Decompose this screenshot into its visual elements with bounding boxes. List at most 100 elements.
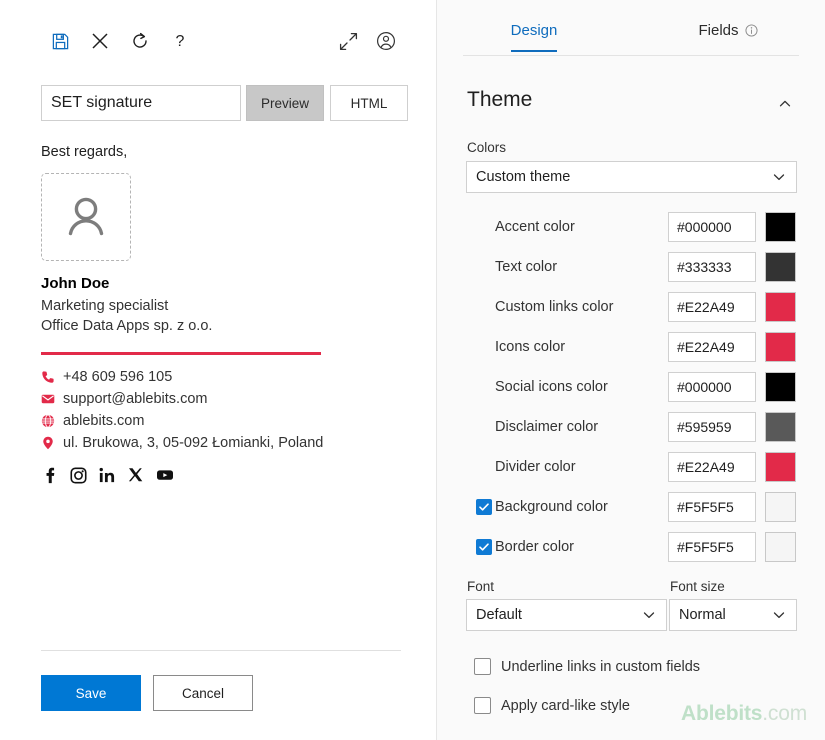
contact-website-text: ablebits.com	[63, 413, 145, 429]
account-icon[interactable]	[371, 26, 401, 56]
font-select[interactable]: Default	[466, 599, 667, 631]
refresh-icon[interactable]	[125, 26, 155, 56]
tab-fields-label: Fields	[698, 21, 739, 39]
globe-icon	[41, 414, 63, 428]
color-hex-input[interactable]	[668, 332, 756, 362]
underline-links-checkbox[interactable]	[474, 658, 491, 675]
font-size-select[interactable]: Normal	[669, 599, 797, 631]
contact-email-text: support@ablebits.com	[63, 391, 208, 407]
watermark-brand: Ablebits	[681, 702, 763, 725]
chevron-down-icon	[772, 170, 786, 184]
color-row: Accent color	[437, 207, 825, 247]
signature-header-row: Preview HTML	[41, 85, 408, 121]
contact-row-email: support@ablebits.com	[41, 388, 401, 410]
tab-design[interactable]: Design	[437, 0, 631, 56]
underline-links-label: Underline links in custom fields	[501, 658, 701, 675]
border-color-checkbox[interactable]	[476, 539, 492, 555]
panel-tabs: Design Fields	[437, 0, 825, 56]
signature-person-name: John Doe	[41, 275, 110, 292]
watermark-tld: .com	[762, 702, 807, 725]
color-row-label: Border color	[495, 539, 574, 555]
signature-contacts: +48 609 596 105 support@ablebits.com abl…	[41, 366, 401, 454]
color-row-label: Accent color	[495, 219, 575, 235]
color-hex-input[interactable]	[668, 532, 756, 562]
color-row: Social icons color	[437, 367, 825, 407]
card-style-checkbox-row[interactable]: Apply card-like style	[474, 697, 630, 714]
editor-pane: ? Preview HTML	[0, 0, 437, 740]
color-row: Background color	[437, 487, 825, 527]
html-tab-button[interactable]: HTML	[330, 85, 408, 121]
contact-row-website: ablebits.com	[41, 410, 401, 432]
preview-tab-button[interactable]: Preview	[246, 85, 324, 121]
theme-color-list: Accent color Text color Custom links color…	[437, 207, 825, 567]
colors-select[interactable]: Custom theme	[466, 161, 797, 193]
card-style-label: Apply card-like style	[501, 697, 630, 714]
font-select-value: Default	[476, 607, 522, 623]
color-row-label: Background color	[495, 499, 608, 515]
ablebits-watermark: Ablebits.com	[681, 702, 807, 726]
save-icon[interactable]	[45, 26, 75, 56]
linkedin-icon[interactable]	[99, 467, 116, 484]
facebook-icon[interactable]	[41, 467, 58, 484]
cancel-button[interactable]: Cancel	[153, 675, 253, 711]
color-swatch[interactable]	[765, 372, 796, 402]
color-swatch[interactable]	[765, 532, 796, 562]
card-style-checkbox[interactable]	[474, 697, 491, 714]
color-row-label: Divider color	[495, 459, 576, 475]
youtube-icon[interactable]	[156, 466, 174, 484]
avatar-placeholder[interactable]	[41, 173, 131, 261]
help-icon[interactable]: ?	[165, 26, 195, 56]
phone-icon	[41, 370, 63, 384]
color-swatch[interactable]	[765, 252, 796, 282]
tab-fields[interactable]: Fields	[631, 0, 825, 56]
color-swatch[interactable]	[765, 412, 796, 442]
color-hex-input[interactable]	[668, 452, 756, 482]
signature-greeting: Best regards,	[41, 144, 128, 160]
instagram-icon[interactable]	[70, 466, 87, 484]
background-color-checkbox[interactable]	[476, 499, 492, 515]
signature-name-input[interactable]	[41, 85, 241, 121]
color-hex-input[interactable]	[668, 492, 756, 522]
color-row: Text color	[437, 247, 825, 287]
color-row: Disclaimer color	[437, 407, 825, 447]
color-hex-input[interactable]	[668, 212, 756, 242]
info-icon[interactable]	[744, 23, 758, 37]
toolbar: ?	[0, 18, 437, 64]
theme-section-title: Theme	[467, 88, 533, 111]
color-row-label: Social icons color	[495, 379, 608, 395]
envelope-icon	[41, 392, 63, 406]
chevron-up-icon[interactable]	[773, 92, 797, 116]
location-pin-icon	[41, 436, 63, 450]
color-hex-input[interactable]	[668, 372, 756, 402]
color-row-label: Icons color	[495, 339, 566, 355]
font-label: Font	[467, 579, 495, 594]
contact-row-address: ul. Brukowa, 3, 05-092 Łomianki, Poland	[41, 432, 401, 454]
underline-links-checkbox-row[interactable]: Underline links in custom fields	[474, 658, 700, 675]
signature-editor-window: ? Preview HTML	[0, 0, 825, 740]
close-icon[interactable]	[85, 26, 115, 56]
color-hex-input[interactable]	[668, 292, 756, 322]
color-hex-input[interactable]	[668, 412, 756, 442]
color-row-label: Text color	[495, 259, 558, 275]
save-button[interactable]: Save	[41, 675, 141, 711]
color-swatch[interactable]	[765, 452, 796, 482]
font-size-select-value: Normal	[679, 607, 726, 623]
color-row: Custom links color	[437, 287, 825, 327]
chevron-down-icon	[772, 608, 786, 622]
color-swatch[interactable]	[765, 492, 796, 522]
contact-address-text: ul. Brukowa, 3, 05-092 Łomianki, Poland	[63, 435, 324, 451]
chevron-down-icon	[642, 608, 656, 622]
color-swatch[interactable]	[765, 292, 796, 322]
tab-design-label: Design	[510, 21, 558, 39]
color-row: Border color	[437, 527, 825, 567]
expand-icon[interactable]	[333, 26, 363, 56]
color-row: Icons color	[437, 327, 825, 367]
signature-preview: Best regards, John Doe Marketing special…	[41, 144, 401, 484]
x-twitter-icon[interactable]	[128, 467, 144, 483]
person-icon	[68, 197, 104, 236]
color-swatch[interactable]	[765, 212, 796, 242]
tabs-underline	[463, 55, 799, 56]
color-swatch[interactable]	[765, 332, 796, 362]
color-hex-input[interactable]	[668, 252, 756, 282]
contact-row-phone: +48 609 596 105	[41, 366, 401, 388]
